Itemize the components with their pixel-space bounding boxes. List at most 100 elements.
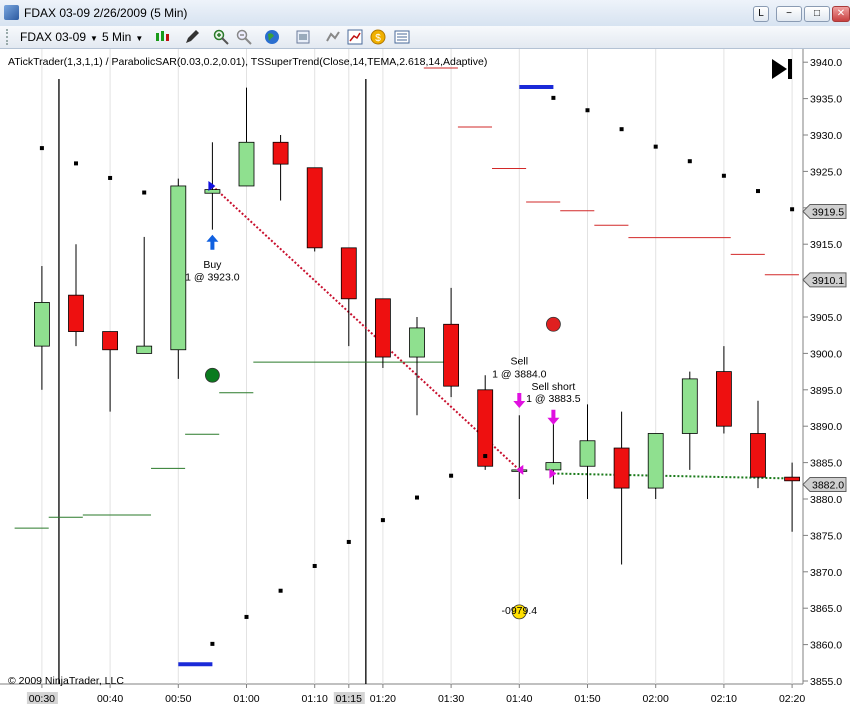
instrument-label: FDAX 03-09	[20, 30, 87, 44]
x-tick-label: 01:30	[438, 693, 464, 704]
y-tick-label: 3935.0	[810, 94, 842, 106]
trade-annotation: Sell	[511, 355, 529, 367]
sar-dot	[142, 190, 147, 195]
y-tick-label: 3870.0	[810, 567, 842, 579]
candle-body-up[interactable]	[136, 345, 153, 354]
candle-body-up[interactable]	[238, 141, 255, 187]
chart-toolbar: FDAX 03-09 ▼ 5 Min ▼ $	[0, 26, 850, 49]
x-tick-label: 00:30	[29, 693, 55, 704]
trade-annotation: 1 @ 3883.5	[526, 393, 581, 405]
sar-dot	[380, 518, 385, 523]
zoom-in-icon[interactable]	[213, 29, 229, 45]
candle-body-down[interactable]	[340, 247, 357, 300]
candle-body-down[interactable]	[784, 476, 800, 482]
candle-body-down[interactable]	[272, 141, 289, 165]
sar-dot	[721, 173, 726, 178]
candlestick-style-icon[interactable]	[154, 29, 170, 45]
axis-price-label-text: 3919.5	[812, 206, 844, 218]
sar-dot	[39, 146, 44, 151]
x-tick-label: 00:50	[165, 693, 191, 704]
candle-body-down[interactable]	[374, 298, 391, 358]
candle-body-up[interactable]	[170, 185, 187, 351]
minimize-button[interactable]: −	[776, 6, 802, 22]
candle-body-up[interactable]	[409, 327, 425, 358]
y-tick-label: 3915.0	[810, 239, 842, 251]
y-tick-label: 3885.0	[810, 458, 842, 470]
candle-body-up[interactable]	[204, 189, 221, 194]
close-button[interactable]: ✕	[832, 6, 850, 22]
candle-body-up[interactable]	[545, 462, 562, 471]
candle-body-up[interactable]	[647, 433, 664, 489]
trade-annotation: Sell short	[532, 381, 576, 393]
candle-body-up[interactable]	[681, 378, 698, 434]
candle-body-down[interactable]	[68, 294, 84, 332]
trade-annotation: 1 @ 3884.0	[492, 368, 547, 380]
signal-circle	[204, 367, 220, 383]
instrument-selector[interactable]: FDAX 03-09 ▼	[20, 29, 98, 45]
svg-text:$: $	[375, 33, 381, 44]
interval-label: 5 Min	[102, 30, 132, 44]
signal-circle	[546, 316, 561, 332]
x-tick-label: 02:00	[643, 693, 669, 704]
properties-icon[interactable]	[295, 29, 311, 45]
x-tick-label: 02:10	[711, 693, 737, 704]
y-tick-label: 3880.0	[810, 494, 842, 506]
y-tick-label: 3925.0	[810, 166, 842, 178]
data-box-icon[interactable]	[394, 29, 410, 45]
sar-dot	[653, 144, 658, 149]
sar-dot	[278, 588, 283, 593]
title-bar[interactable]: FDAX 03-09 2/26/2009 (5 Min) L − □ ✕	[0, 0, 850, 27]
interval-selector[interactable]: 5 Min ▼	[102, 29, 143, 45]
app-icon	[4, 5, 19, 20]
candle-body-down[interactable]	[750, 433, 766, 478]
x-tick-label: 01:15	[336, 693, 362, 704]
chart-area[interactable]: 3940.03935.03930.03925.03920.03915.03910…	[0, 49, 850, 705]
x-tick-label: 02:20	[779, 693, 805, 704]
candle-body-down[interactable]	[306, 167, 323, 249]
y-tick-label: 3890.0	[810, 421, 842, 433]
coin-icon[interactable]: $	[370, 29, 386, 45]
x-tick-label: 00:40	[97, 693, 123, 704]
scroll-to-end-bar-icon[interactable]	[788, 59, 792, 79]
candle-body-up[interactable]	[34, 302, 50, 347]
candle-body-up[interactable]	[579, 440, 596, 467]
sar-dot	[108, 175, 113, 180]
candle-body-down[interactable]	[613, 447, 630, 489]
globe-icon[interactable]	[264, 29, 280, 45]
strategies-chart-icon[interactable]	[347, 29, 363, 45]
price-chart[interactable]: 3940.03935.03930.03925.03920.03915.03910…	[0, 49, 850, 705]
x-tick-label: 01:10	[302, 693, 328, 704]
y-tick-label: 3940.0	[810, 57, 842, 69]
chart-window: FDAX 03-09 2/26/2009 (5 Min) L − □ ✕ FDA…	[0, 0, 850, 705]
axis-price-label-text: 3910.1	[812, 275, 844, 287]
candle-body-down[interactable]	[716, 371, 732, 427]
sar-dot	[74, 161, 78, 166]
maximize-button[interactable]: □	[804, 6, 830, 22]
candle-body-down[interactable]	[102, 331, 118, 351]
y-tick-label: 3895.0	[810, 385, 842, 397]
sar-dot	[312, 563, 317, 568]
link-button[interactable]: L	[753, 6, 769, 22]
y-tick-label: 3875.0	[810, 530, 842, 542]
y-tick-label: 3860.0	[810, 640, 842, 652]
trade-annotation: -0979.4	[501, 605, 537, 617]
window-title: FDAX 03-09 2/26/2009 (5 Min)	[24, 6, 188, 20]
sar-dot	[687, 159, 692, 164]
sar-dot	[210, 641, 215, 646]
trade-annotation: 1 @ 3923.0	[185, 272, 240, 284]
candle-body-down[interactable]	[443, 323, 460, 387]
chart-indicator-title: ATickTrader(1,3,1,1) / ParabolicSAR(0.03…	[8, 56, 487, 68]
y-tick-label: 3855.0	[810, 676, 842, 688]
toolbar-grip	[6, 29, 14, 45]
axis-price-label-text: 3882.0	[812, 479, 844, 491]
zoom-out-icon[interactable]	[236, 29, 252, 45]
indicators-icon[interactable]	[325, 29, 341, 45]
copyright-label: © 2009 NinjaTrader, LLC	[8, 675, 124, 687]
sar-dot	[756, 189, 760, 194]
y-tick-label: 3865.0	[810, 603, 842, 615]
pencil-draw-icon[interactable]	[184, 29, 200, 45]
x-tick-label: 01:20	[370, 693, 396, 704]
sar-dot	[585, 108, 590, 113]
sar-dot	[346, 539, 351, 544]
x-tick-label: 01:40	[506, 693, 532, 704]
